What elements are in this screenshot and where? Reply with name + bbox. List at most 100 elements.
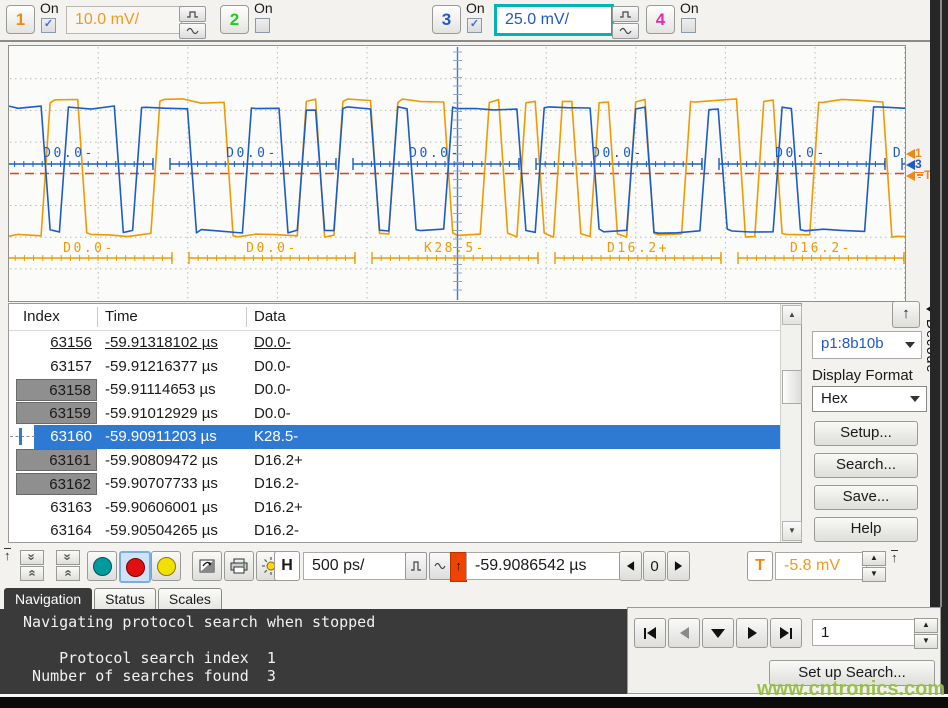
channel-1-waveform-down-button[interactable] xyxy=(179,23,206,39)
table-row[interactable]: 63162-59.90707733 µsD16.2- xyxy=(9,472,780,496)
search-down-button[interactable] xyxy=(702,618,734,648)
scroll-top-icon[interactable]: ↑ xyxy=(4,548,11,562)
single-button[interactable] xyxy=(151,551,181,581)
step-up-button[interactable]: ▲ xyxy=(862,551,886,566)
search-last-button[interactable] xyxy=(770,618,802,648)
channel-1-level-marker[interactable]: 1 xyxy=(906,146,932,157)
search-index-field[interactable]: 1 xyxy=(812,619,915,646)
channel-3-waveform-up-button[interactable] xyxy=(612,6,639,22)
scroll-top-icon[interactable]: ↑ xyxy=(891,550,898,564)
screen-capture-button[interactable] xyxy=(192,551,222,581)
horizontal-button[interactable]: H xyxy=(274,551,300,581)
step-down-button[interactable]: » xyxy=(56,566,80,581)
print-button[interactable] xyxy=(224,551,254,581)
scrollbar-thumb[interactable] xyxy=(782,370,802,404)
waveform-right-markers: 1 3 T xyxy=(906,146,932,179)
step-down-button[interactable]: » xyxy=(20,566,44,581)
channel-2-button[interactable]: 2 xyxy=(220,5,249,34)
search-prev-button[interactable] xyxy=(668,618,700,648)
trigger-button[interactable]: T xyxy=(747,551,773,581)
decode-label: D0.0- xyxy=(246,241,298,256)
horizontal-position-field[interactable]: -59.9086542 µs xyxy=(466,552,622,580)
cell-index: 63161 xyxy=(16,449,97,471)
scrollbar-down-button[interactable]: ▼ xyxy=(782,521,802,541)
scrollbar-up-button[interactable]: ▲ xyxy=(782,305,802,325)
column-separator xyxy=(246,307,247,327)
save-button[interactable]: Save... xyxy=(814,485,918,510)
channel-1-waveform-up-button[interactable] xyxy=(179,6,206,22)
tab-status[interactable]: Status xyxy=(94,588,156,610)
channel-3-scale-field[interactable]: 25.0 mV/ xyxy=(494,4,614,36)
listing-scrollbar[interactable]: ▲ ▼ xyxy=(780,304,801,542)
timebase-field[interactable]: 500 ps/ xyxy=(303,552,409,580)
channel-1-on-checkbox[interactable]: ✓ xyxy=(41,18,56,33)
channel-2-on-label: On xyxy=(254,0,273,16)
listing-body: 63156-59.91318102 µsD0.0-63157-59.912163… xyxy=(9,331,780,542)
trigger-position-marker[interactable]: ↑ xyxy=(450,552,467,582)
column-separator xyxy=(97,307,98,327)
watermark: www.cntronics.com xyxy=(757,678,945,701)
probe-select[interactable]: p1:8b10b xyxy=(812,331,922,359)
cell-index: 63163 xyxy=(16,499,97,516)
table-row[interactable]: 63164-59.90504265 µsD16.2- xyxy=(9,519,780,542)
run-button[interactable] xyxy=(87,551,117,581)
column-header-data[interactable]: Data xyxy=(254,308,286,325)
channel-1-scale-field[interactable]: 10.0 mV/ xyxy=(66,6,182,34)
step-down-button[interactable]: ▼ xyxy=(914,634,938,649)
channel-4-on-checkbox[interactable] xyxy=(681,18,696,33)
step-up-button[interactable]: ▲ xyxy=(914,618,938,633)
channel-3-on-checkbox[interactable]: ✓ xyxy=(467,18,482,33)
table-row[interactable]: 63158-59.91114653 µsD0.0- xyxy=(9,378,780,402)
vertical-scale-stepper[interactable]: » » xyxy=(20,550,44,581)
cell-time: -59.90707733 µs xyxy=(105,475,218,492)
listing-header[interactable]: Index Time Data xyxy=(9,304,801,331)
channel-3-button[interactable]: 3 xyxy=(432,5,461,34)
table-row[interactable]: 63163-59.90606001 µsD16.2+ xyxy=(9,496,780,520)
tab-scales[interactable]: Scales xyxy=(158,588,222,610)
table-row[interactable]: 63159-59.91012929 µsD0.0- xyxy=(9,402,780,426)
zero-position-button[interactable]: 0 xyxy=(643,551,666,581)
display-format-select[interactable]: Hex xyxy=(812,386,927,412)
timebase-fine-button[interactable] xyxy=(405,552,427,580)
channel-3-level-marker[interactable]: 3 xyxy=(906,157,932,168)
step-down-button[interactable]: ▼ xyxy=(862,567,886,582)
setup-button[interactable]: Setup... xyxy=(814,421,918,446)
table-row[interactable]: 63157-59.91216377 µsD0.0- xyxy=(9,355,780,379)
waveform-display[interactable]: D0.0-D0.0-D0.0-D0.0-D0.0-DD0.0-D0.0-K28.… xyxy=(8,45,906,302)
column-header-time[interactable]: Time xyxy=(105,308,138,325)
pan-left-button[interactable] xyxy=(619,551,642,581)
trigger-level-marker[interactable]: T xyxy=(906,168,932,179)
cell-index: 63160 xyxy=(16,428,97,445)
channel-1-button[interactable]: 1 xyxy=(6,5,35,34)
search-button[interactable]: Search... xyxy=(814,453,918,478)
scroll-to-top-button[interactable]: ↑ xyxy=(892,301,920,328)
channel-2-on-checkbox[interactable] xyxy=(255,18,270,33)
search-first-button[interactable] xyxy=(634,618,666,648)
channel-3-waveform-down-button[interactable] xyxy=(612,23,639,39)
table-row[interactable]: 63160-59.90911203 µsK28.5- xyxy=(9,425,780,449)
column-header-index[interactable]: Index xyxy=(23,308,60,325)
vertical-offset-stepper[interactable]: » » xyxy=(56,550,80,581)
channel-4-button[interactable]: 4 xyxy=(646,5,675,34)
down-triangle-icon xyxy=(711,629,725,638)
search-next-button[interactable] xyxy=(736,618,768,648)
table-row[interactable]: 63161-59.90809472 µsD16.2+ xyxy=(9,449,780,473)
pan-right-button[interactable] xyxy=(667,551,690,581)
sine-icon xyxy=(434,560,446,572)
search-index-stepper[interactable]: ▲ ▼ xyxy=(914,618,938,649)
left-triangle-icon xyxy=(680,627,689,639)
trigger-level-stepper[interactable]: ▲ ▼ xyxy=(862,551,886,582)
help-button[interactable]: Help xyxy=(814,517,918,542)
step-up-button[interactable]: » xyxy=(20,550,44,565)
step-up-button[interactable]: » xyxy=(56,550,80,565)
decode-label: D0.0- xyxy=(43,146,95,161)
decode-label: D16.2+ xyxy=(607,241,669,256)
trigger-level-field[interactable]: -5.8 mV xyxy=(775,552,867,580)
capture-icon xyxy=(198,557,216,575)
tab-navigation[interactable]: Navigation xyxy=(4,588,92,610)
table-row[interactable]: 63156-59.91318102 µsD0.0- xyxy=(9,331,780,355)
timebase-coarse-button[interactable] xyxy=(429,552,451,580)
decode-label: D xyxy=(893,146,903,161)
decode-label: D16.2- xyxy=(790,241,852,256)
stop-button[interactable] xyxy=(119,551,151,583)
